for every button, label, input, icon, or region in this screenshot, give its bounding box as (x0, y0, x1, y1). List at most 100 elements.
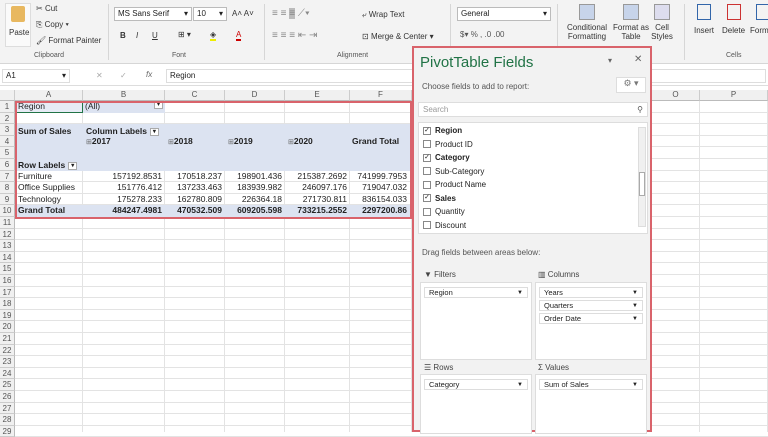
row-header[interactable]: 26 (0, 391, 15, 403)
italic-button[interactable]: I (136, 31, 138, 40)
chevron-down-icon[interactable]: ▼ (632, 301, 638, 311)
row-header[interactable]: 6 (0, 159, 15, 171)
format-as-table-button[interactable]: Format as Table (612, 4, 650, 41)
row-header[interactable]: 11 (0, 217, 15, 229)
merge-center-button[interactable]: ⊡ Merge & Center ▾ (362, 32, 434, 41)
align-horizontal-icons[interactable]: ≡ ≡ ≡ ⇤ ⇥ (272, 30, 317, 41)
row-header[interactable]: 13 (0, 240, 15, 252)
row-header[interactable]: 10 (0, 205, 15, 217)
align-vertical-icons[interactable]: ≡ ≡ ≡ ⟋▾ (272, 8, 310, 19)
checkbox[interactable]: ✓ (423, 126, 431, 135)
row-header[interactable]: 28 (0, 414, 15, 426)
column-header[interactable]: E (285, 90, 350, 101)
row-header[interactable]: 4 (0, 135, 15, 148)
cell-styles-button[interactable]: Cell Styles (650, 4, 674, 41)
checkbox[interactable]: ✓ (423, 194, 431, 203)
row-header[interactable]: 25 (0, 379, 15, 391)
font-color-icon[interactable]: A (236, 30, 242, 41)
checkbox[interactable] (423, 221, 431, 230)
spreadsheet-grid[interactable]: A B C D E F O P 1 2 3 4 5 6 7 8 9 10 11 12 13 14 15 16 17 18 19 20 2… (0, 90, 768, 437)
chevron-down-icon[interactable]: ▼ (517, 380, 523, 390)
row-header[interactable]: 3 (0, 124, 15, 136)
row-header[interactable]: 17 (0, 286, 15, 299)
font-name-select[interactable]: MS Sans Serif ▾ (114, 7, 192, 21)
column-header[interactable]: P (700, 90, 768, 101)
paste-button[interactable]: Paste (5, 3, 31, 47)
wrap-text-button[interactable]: ⤶ Wrap Text (362, 10, 404, 20)
row-header[interactable]: 24 (0, 367, 15, 380)
select-all-corner[interactable] (0, 90, 15, 101)
area-field-pill[interactable]: Region ▼ (424, 287, 528, 298)
column-header[interactable]: O (652, 90, 700, 101)
delete-button[interactable]: Delete (722, 4, 745, 35)
row-header[interactable]: 20 (0, 321, 15, 333)
checkbox[interactable] (423, 180, 431, 189)
column-header[interactable]: B (83, 90, 165, 101)
name-box[interactable]: A1 ▾ (2, 69, 70, 83)
field-item[interactable]: Product Name (423, 180, 486, 189)
row-header[interactable]: 16 (0, 275, 15, 287)
row-header[interactable]: 18 (0, 298, 15, 310)
area-field-pill[interactable]: Order Date ▼ (539, 313, 643, 324)
bold-button[interactable]: B (120, 31, 126, 40)
close-icon[interactable]: ✕ (634, 54, 642, 65)
row-header[interactable]: 15 (0, 263, 15, 275)
font-size-select[interactable]: 10 ▾ (193, 7, 227, 21)
column-header[interactable]: A (15, 90, 83, 101)
enter-icon[interactable]: ✓ (120, 71, 127, 80)
checkbox[interactable] (423, 207, 431, 216)
copy-button[interactable]: ⎘ Copy ▾ (36, 20, 69, 30)
row-header[interactable]: 2 (0, 112, 15, 125)
column-header[interactable]: F (350, 90, 412, 101)
row-header[interactable]: 23 (0, 356, 15, 368)
area-field-pill[interactable]: Sum of Sales ▼ (539, 379, 643, 390)
panel-options-dropdown[interactable]: ▾ (608, 56, 612, 65)
row-header[interactable]: 12 (0, 228, 15, 241)
insert-button[interactable]: Insert (694, 4, 714, 35)
row-header[interactable]: 7 (0, 170, 15, 183)
checkbox[interactable] (423, 140, 431, 149)
chevron-down-icon[interactable]: ▼ (632, 314, 638, 324)
area-field-pill[interactable]: Quarters ▼ (539, 300, 643, 311)
number-format-icons[interactable]: $▾ % , .0 .00 (460, 30, 504, 39)
row-header[interactable]: 21 (0, 333, 15, 345)
checkbox[interactable]: ✓ (423, 153, 431, 162)
field-item[interactable]: Quantity (423, 207, 465, 216)
columns-area[interactable]: Years ▼ Quarters ▼ Order Date ▼ (535, 282, 647, 360)
column-header[interactable]: D (225, 90, 285, 101)
borders-icon[interactable]: ⊞ ▾ (178, 30, 191, 39)
function-icon[interactable]: fx (146, 70, 152, 79)
field-item[interactable]: ✓ Category (423, 153, 470, 162)
gear-icon[interactable]: ⚙ ▾ (616, 77, 646, 93)
row-header[interactable]: 5 (0, 147, 15, 159)
area-field-pill[interactable]: Category ▼ (424, 379, 528, 390)
underline-button[interactable]: U (152, 31, 158, 40)
values-area[interactable]: Sum of Sales ▼ (535, 374, 647, 434)
field-item[interactable]: Discount (423, 221, 466, 230)
filters-area[interactable]: Region ▼ (420, 282, 532, 360)
rows-area[interactable]: Category ▼ (420, 374, 532, 434)
chevron-down-icon[interactable]: ▼ (517, 288, 523, 298)
row-header[interactable]: 19 (0, 309, 15, 322)
fill-color-icon[interactable]: ◈ (210, 30, 217, 41)
field-item[interactable]: ✓ Sales (423, 194, 456, 203)
number-format-select[interactable]: General ▾ (457, 7, 551, 21)
field-item[interactable]: ✓ Region (423, 126, 462, 135)
row-header[interactable]: 8 (0, 182, 15, 194)
field-item[interactable]: Product ID (423, 140, 473, 149)
row-header[interactable]: 22 (0, 344, 15, 357)
chevron-down-icon[interactable]: ▼ (632, 288, 638, 298)
format-painter-button[interactable]: 🖌 Format Painter (36, 36, 101, 45)
field-item[interactable]: Sub-Category (423, 167, 484, 176)
row-header[interactable]: 27 (0, 402, 15, 415)
font-size-buttons[interactable]: A˄ A˅ (232, 9, 254, 18)
cancel-icon[interactable]: ✕ (96, 71, 103, 80)
search-input[interactable]: Search ⚲ (418, 102, 648, 117)
area-field-pill[interactable]: Years ▼ (539, 287, 643, 298)
cut-button[interactable]: ✂ Cut (36, 4, 57, 13)
field-list-scrollbar[interactable] (638, 127, 646, 227)
row-header[interactable]: 29 (0, 425, 15, 437)
row-header[interactable]: 9 (0, 193, 15, 206)
format-button[interactable]: Format (750, 4, 768, 35)
row-header[interactable]: 1 (0, 101, 15, 113)
